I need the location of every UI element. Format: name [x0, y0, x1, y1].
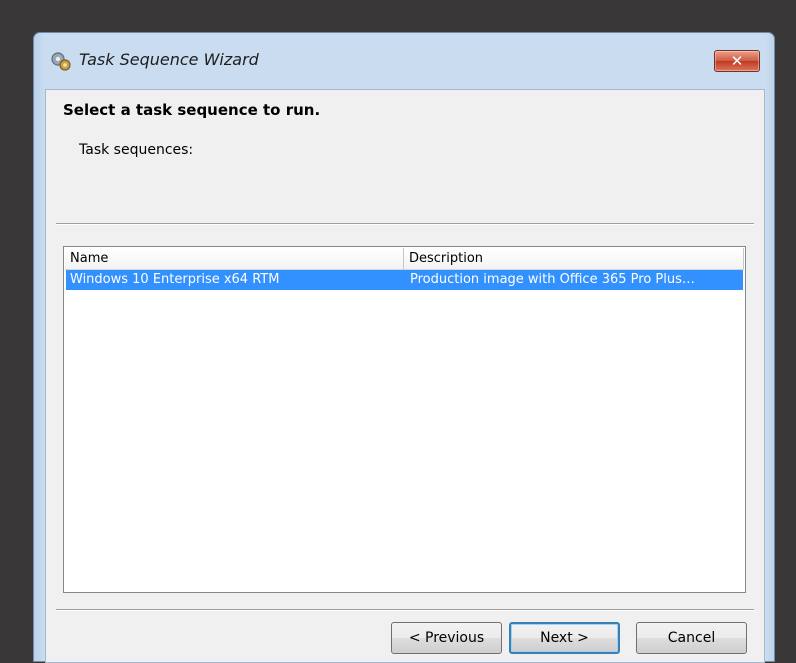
- wizard-gears-icon: [50, 50, 72, 72]
- close-icon: ✕: [730, 52, 744, 70]
- task-sequence-wizard-window: Task Sequence Wizard ✕ Select a task seq…: [33, 32, 775, 663]
- wizard-client-area: Select a task sequence to run. Task sequ…: [45, 89, 765, 663]
- list-item-description: Production image with Office 365 Pro Plu…: [410, 272, 695, 287]
- task-sequence-list[interactable]: Name Description Windows 10 Enterprise x…: [63, 246, 746, 593]
- list-item[interactable]: Windows 10 Enterprise x64 RTM Production…: [66, 270, 743, 290]
- close-button[interactable]: ✕: [714, 50, 760, 72]
- title-bar[interactable]: Task Sequence Wizard ✕: [34, 33, 774, 89]
- list-item-name: Windows 10 Enterprise x64 RTM: [70, 272, 280, 287]
- task-sequences-label: Task sequences:: [79, 142, 194, 158]
- column-header-description[interactable]: Description: [404, 248, 744, 270]
- window-title: Task Sequence Wizard: [79, 50, 259, 69]
- cancel-button[interactable]: Cancel: [636, 622, 747, 654]
- top-separator: [56, 223, 754, 225]
- bottom-separator: [56, 609, 754, 611]
- page-heading: Select a task sequence to run.: [63, 101, 321, 119]
- column-header-name[interactable]: Name: [65, 248, 404, 270]
- previous-button[interactable]: < Previous: [391, 622, 502, 654]
- list-header: Name Description: [65, 248, 744, 270]
- next-button[interactable]: Next >: [509, 622, 620, 654]
